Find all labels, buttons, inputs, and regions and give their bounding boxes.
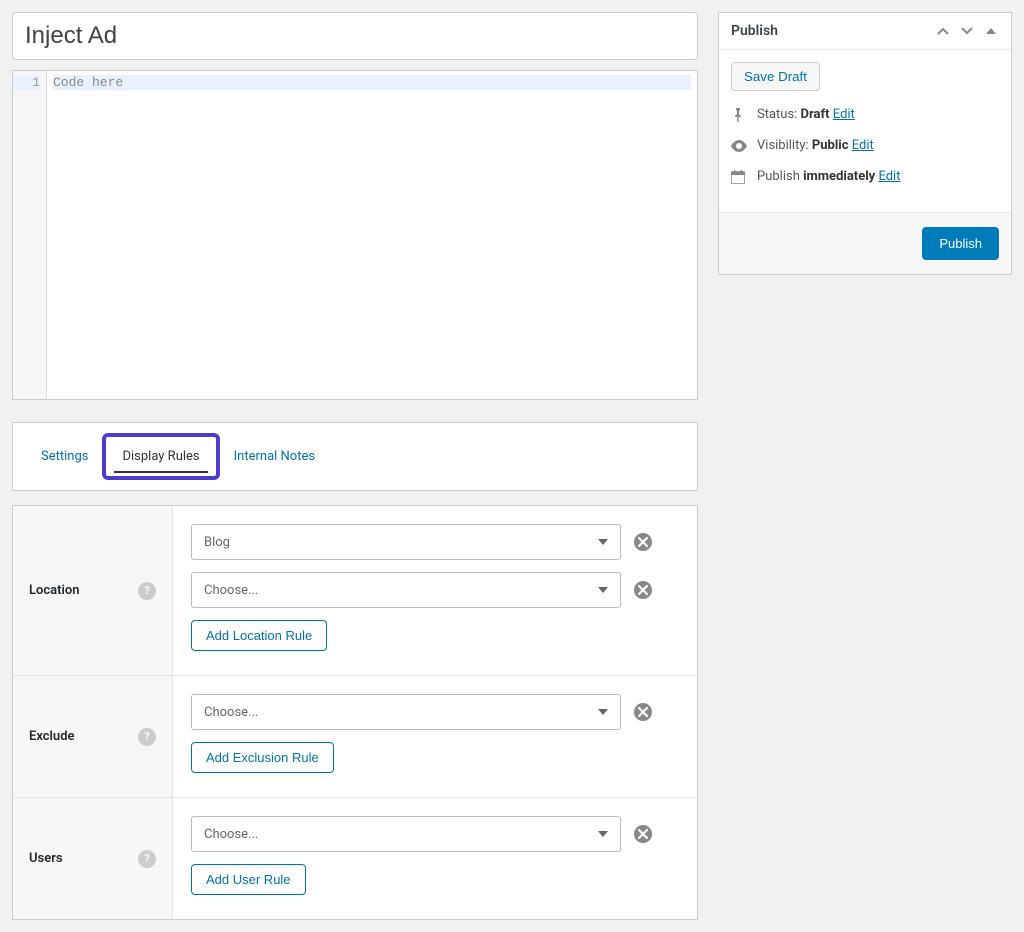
collapse-icon[interactable] xyxy=(983,23,999,39)
location-select-1-value: Choose... xyxy=(204,583,258,598)
status-label: Status: xyxy=(757,107,801,122)
publish-box-header: Publish xyxy=(719,13,1011,50)
title-wrap xyxy=(12,12,698,60)
location-select-row-0: Blog xyxy=(191,524,679,560)
rule-row-location: Location ? Blog xyxy=(13,506,697,676)
code-placeholder: Code here xyxy=(53,75,691,90)
rule-body-location: Blog Choose... xyxy=(173,506,697,675)
location-select-row-1: Choose... xyxy=(191,572,679,608)
schedule-edit-link[interactable]: Edit xyxy=(878,169,900,184)
remove-icon[interactable] xyxy=(633,532,653,552)
schedule-text: Publish immediately Edit xyxy=(757,169,900,184)
pin-icon xyxy=(731,108,747,122)
status-line: Status: Draft Edit xyxy=(731,107,999,122)
publish-box: Publish Save Draft xyxy=(718,12,1012,275)
code-gutter: 1 xyxy=(13,71,47,399)
code-editor[interactable]: 1 Code here xyxy=(12,70,698,400)
users-select-row-0: Choose... xyxy=(191,816,679,852)
status-text: Status: Draft Edit xyxy=(757,107,855,122)
remove-icon[interactable] xyxy=(633,580,653,600)
status-value: Draft xyxy=(801,107,830,122)
schedule-value: immediately xyxy=(803,169,875,184)
exclude-select-row-0: Choose... xyxy=(191,694,679,730)
rule-label-exclude: Exclude ? xyxy=(13,676,173,797)
rule-label-users-text: Users xyxy=(29,851,63,866)
tabs: Settings Display Rules Internal Notes xyxy=(27,433,683,480)
visibility-value: Public xyxy=(812,138,849,153)
sidebar: Publish Save Draft xyxy=(718,12,1012,275)
rule-label-exclude-text: Exclude xyxy=(29,729,75,744)
post-title-input[interactable] xyxy=(12,12,698,60)
help-icon[interactable]: ? xyxy=(138,728,156,746)
rule-label-users: Users ? xyxy=(13,798,173,919)
eye-icon xyxy=(731,140,747,152)
users-select-0-value: Choose... xyxy=(204,827,258,842)
chevron-down-icon[interactable] xyxy=(959,23,975,39)
tab-settings[interactable]: Settings xyxy=(27,441,102,472)
rule-label-location-text: Location xyxy=(29,583,80,598)
visibility-line: Visibility: Public Edit xyxy=(731,138,999,153)
chevron-down-icon xyxy=(592,701,614,723)
exclude-select-0[interactable]: Choose... xyxy=(191,694,621,730)
remove-icon[interactable] xyxy=(633,702,653,722)
users-select-0[interactable]: Choose... xyxy=(191,816,621,852)
publish-button[interactable]: Publish xyxy=(922,227,999,260)
add-user-rule-button[interactable]: Add User Rule xyxy=(191,864,306,895)
tab-internal-notes[interactable]: Internal Notes xyxy=(220,441,329,472)
add-location-rule-button[interactable]: Add Location Rule xyxy=(191,620,327,651)
chevron-down-icon xyxy=(592,579,614,601)
code-body[interactable]: Code here xyxy=(47,71,697,399)
publish-box-title: Publish xyxy=(731,23,778,39)
location-select-0-value: Blog xyxy=(204,535,230,550)
visibility-text: Visibility: Public Edit xyxy=(757,138,874,153)
publish-box-body: Save Draft Status: Draft Edit Vi xyxy=(719,50,1011,212)
remove-icon[interactable] xyxy=(633,824,653,844)
rule-body-exclude: Choose... Add Exclusion Rule xyxy=(173,676,697,797)
location-select-0[interactable]: Blog xyxy=(191,524,621,560)
rule-row-users: Users ? Choose... xyxy=(13,798,697,919)
main-column: 1 Code here Settings Display Rules Inter… xyxy=(12,12,698,920)
save-draft-button[interactable]: Save Draft xyxy=(731,62,820,91)
status-edit-link[interactable]: Edit xyxy=(833,107,855,122)
exclude-select-0-value: Choose... xyxy=(204,705,258,720)
rule-label-location: Location ? xyxy=(13,506,173,675)
help-icon[interactable]: ? xyxy=(138,850,156,868)
tabs-box: Settings Display Rules Internal Notes xyxy=(12,422,698,491)
add-exclusion-rule-button[interactable]: Add Exclusion Rule xyxy=(191,742,334,773)
chevron-down-icon xyxy=(592,823,614,845)
publish-box-footer: Publish xyxy=(719,212,1011,274)
chevron-down-icon xyxy=(592,531,614,553)
location-select-1[interactable]: Choose... xyxy=(191,572,621,608)
visibility-edit-link[interactable]: Edit xyxy=(852,138,874,153)
calendar-icon xyxy=(731,170,747,184)
rule-body-users: Choose... Add User Rule xyxy=(173,798,697,919)
chevron-up-icon[interactable] xyxy=(935,23,951,39)
rules-panel: Location ? Blog xyxy=(12,505,698,920)
tab-display-rules[interactable]: Display Rules xyxy=(108,441,213,472)
help-icon[interactable]: ? xyxy=(138,582,156,600)
schedule-label: Publish xyxy=(757,169,803,184)
tab-display-rules-highlight: Display Rules xyxy=(102,433,219,480)
schedule-line: Publish immediately Edit xyxy=(731,169,999,184)
publish-box-header-icons xyxy=(935,23,999,39)
line-number-1: 1 xyxy=(13,75,40,90)
visibility-label: Visibility: xyxy=(757,138,812,153)
rule-row-exclude: Exclude ? Choose... xyxy=(13,676,697,798)
